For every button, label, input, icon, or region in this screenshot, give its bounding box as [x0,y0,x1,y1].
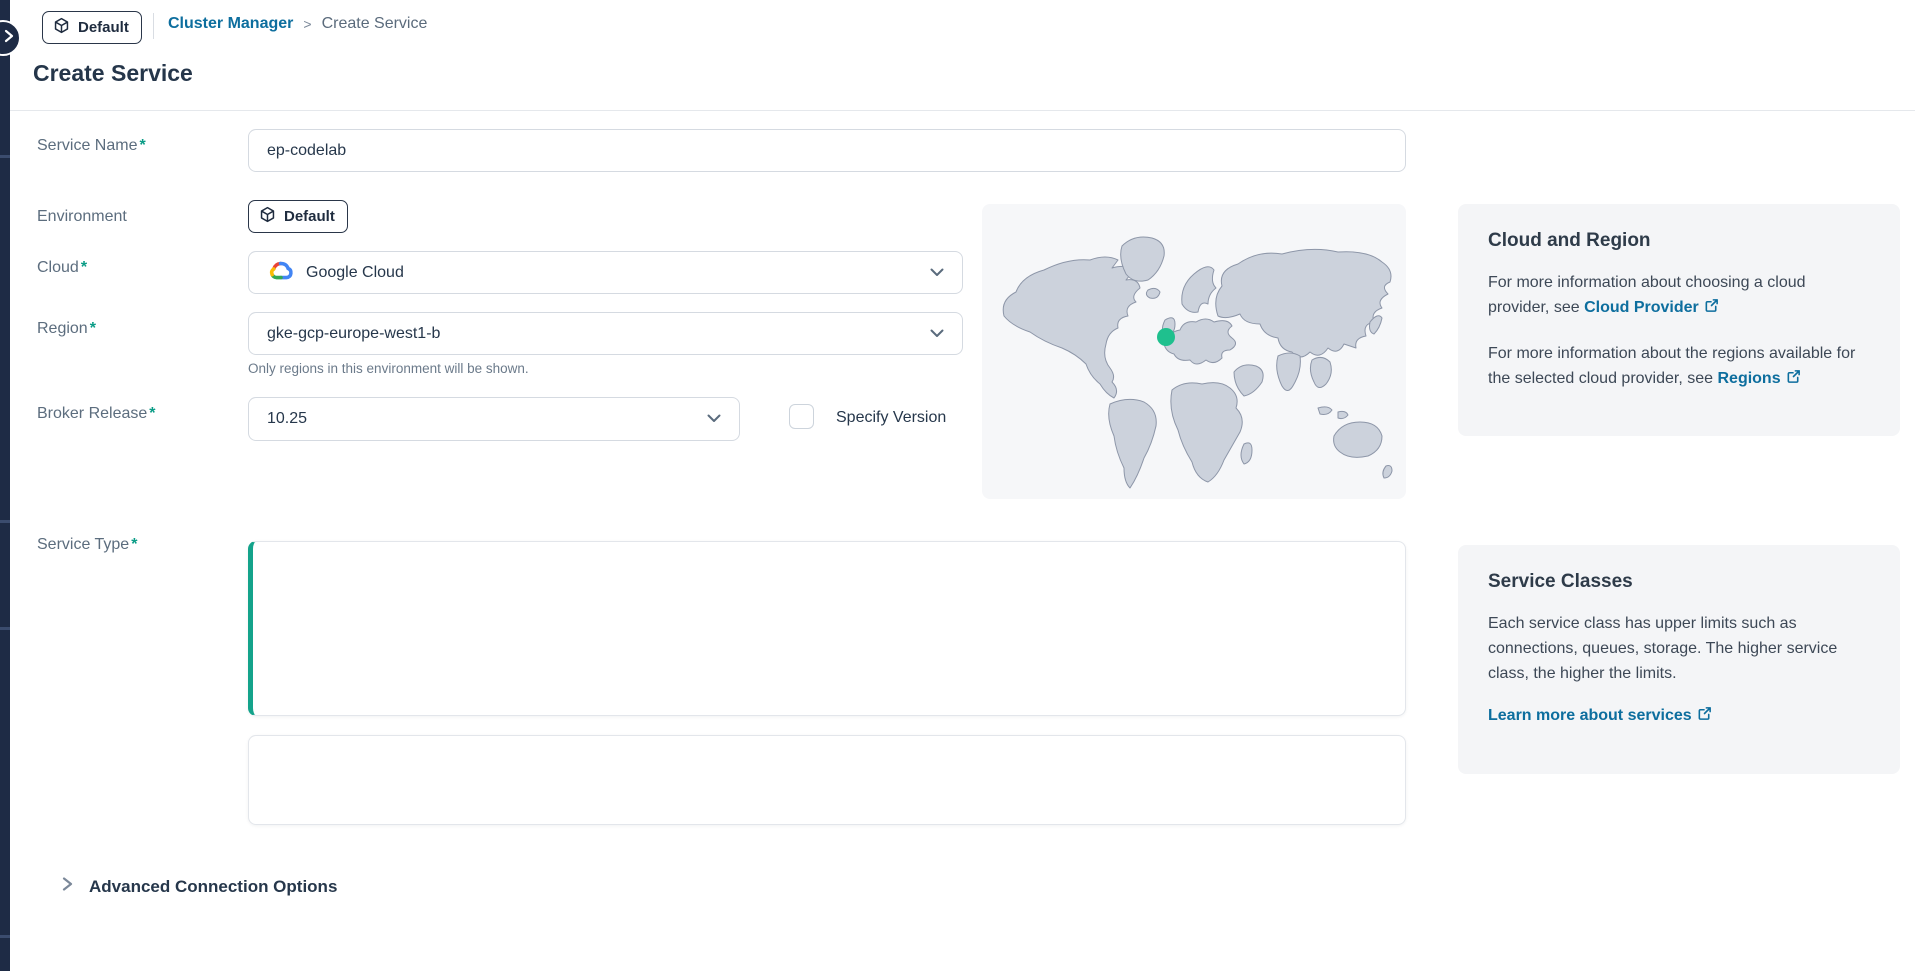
collapsed-sidebar [0,0,10,971]
broker-release-label: Broker Release* [37,405,156,423]
external-link-icon [1697,708,1712,725]
external-link-icon [1704,300,1719,317]
learn-more-services-link[interactable]: Learn more about services [1488,707,1712,724]
page-title: Create Service [33,60,193,87]
selected-region-marker [1157,328,1175,346]
advanced-connection-options[interactable]: Advanced Connection Options [62,876,337,897]
required-asterisk: * [139,137,145,154]
cube-icon [259,206,276,227]
info-box-title: Service Classes [1488,571,1870,593]
world-map-graphic [982,204,1406,499]
map-madagascar [1241,443,1252,464]
chevron-right-icon [62,876,73,897]
info-box-service-classes: Service Classes Each service class has u… [1458,545,1900,774]
info-box-title: Cloud and Region [1488,230,1870,252]
region-select-value: gke-gcp-europe-west1-b [267,325,440,343]
map-india [1277,353,1301,391]
specify-version-label: Specify Version [836,409,946,427]
service-type-label: Service Type* [37,536,137,554]
cloud-provider-link[interactable]: Cloud Provider [1584,299,1719,316]
required-asterisk: * [131,536,137,553]
sidebar-divider [0,520,10,523]
region-map [982,204,1406,499]
service-name-input[interactable]: ep-codelab [248,129,1406,172]
map-south-america [1109,399,1157,488]
sidebar-divider [0,155,10,158]
broker-release-select[interactable]: 10.25 [248,397,740,441]
breadcrumb-separator: > [303,16,311,32]
sidebar-divider [0,627,10,630]
map-iceland [1146,288,1160,298]
specify-version-checkbox[interactable] [789,404,814,429]
map-se-asia [1310,357,1331,387]
required-asterisk: * [149,405,155,422]
region-label: Region* [37,320,96,338]
expand-sidebar-button[interactable] [0,20,21,56]
info-paragraph: For more information about the regions a… [1488,341,1870,392]
map-africa [1171,383,1242,482]
header-divider [153,13,154,39]
service-type-card-enterprise[interactable]: Enterprise 250+ Connections 50+ GB Messa… [248,735,1406,825]
chevron-down-icon [930,264,944,282]
service-name-label: Service Name* [37,137,146,155]
info-box-cloud-and-region: Cloud and Region For more information ab… [1458,204,1900,436]
environment-badge-value: Default [284,208,335,225]
map-indonesia [1318,407,1348,419]
create-service-page: Default Cluster Manager > Create Service… [0,0,1915,971]
broker-release-value: 10.25 [267,410,307,428]
map-australia [1334,422,1382,457]
map-asia [1216,249,1391,357]
environment-value-badge[interactable]: Default [248,200,348,233]
environment-badge-label: Default [78,19,129,36]
map-north-america [1003,257,1140,398]
map-middle-east [1234,365,1263,396]
region-helper-text: Only regions in this environment will be… [248,361,529,376]
map-greenland [1121,237,1165,281]
environment-label: Environment [37,208,127,226]
info-paragraph: For more information about choosing a cl… [1488,270,1870,321]
map-scandinavia [1182,267,1216,313]
cloud-select-value: Google Cloud [306,264,404,282]
chevron-right-icon [4,29,14,48]
info-paragraph: Each service class has upper limits such… [1488,611,1870,686]
header-rule [10,110,1915,111]
sidebar-divider [0,935,10,938]
service-name-value: ep-codelab [267,142,346,160]
region-select[interactable]: gke-gcp-europe-west1-b [248,312,963,355]
cloud-label: Cloud* [37,259,87,277]
service-type-card-developer[interactable]: Developer 100 Connections 25 GB Message … [248,541,1406,716]
environment-badge[interactable]: Default [42,11,142,44]
chevron-down-icon [707,410,721,428]
google-cloud-icon [267,257,294,289]
breadcrumb-cluster-manager[interactable]: Cluster Manager [168,15,293,33]
breadcrumb-current: Create Service [322,15,428,33]
regions-link[interactable]: Regions [1717,370,1800,387]
map-new-zealand [1383,466,1392,478]
cube-icon [53,17,70,38]
advanced-connection-options-label: Advanced Connection Options [89,877,337,897]
breadcrumb: Cluster Manager > Create Service [168,15,427,33]
cloud-select[interactable]: Google Cloud [248,251,963,294]
required-asterisk: * [81,259,87,276]
chevron-down-icon [930,325,944,343]
external-link-icon [1786,371,1801,388]
required-asterisk: * [90,320,96,337]
